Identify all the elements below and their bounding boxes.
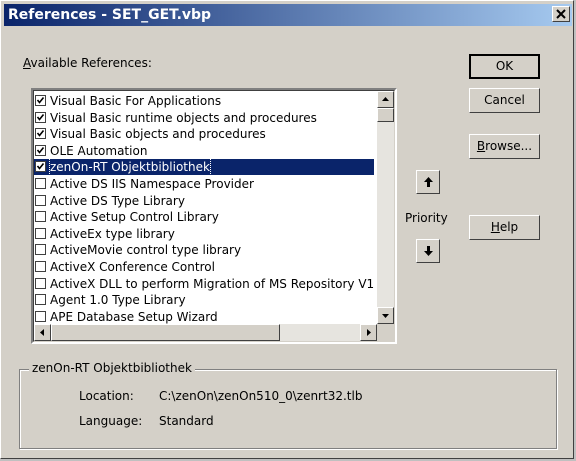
language-label: Language: — [79, 414, 143, 428]
reference-details-group — [19, 369, 557, 449]
reference-label: ActiveX DLL to perform Migration of MS R… — [50, 276, 374, 291]
cancel-button[interactable]: Cancel — [469, 88, 540, 113]
check-icon — [36, 113, 45, 121]
reference-label: OLE Automation — [50, 143, 148, 158]
scroll-left-button[interactable] — [34, 324, 51, 341]
reference-label: Visual Basic For Applications — [50, 94, 222, 108]
vertical-scrollbar[interactable] — [377, 91, 394, 324]
reference-label: Active Setup Control Library — [50, 210, 219, 225]
reference-checkbox[interactable] — [35, 227, 46, 239]
reference-label: Agent 1.0 Type Library — [50, 293, 186, 308]
list-item[interactable]: Active DS Type Library — [34, 193, 374, 209]
list-item[interactable]: ActiveX Conference Control — [34, 259, 374, 275]
list-item[interactable]: Agent 1.0 Type Library — [34, 292, 374, 308]
title-bar[interactable]: References - SET_GET.vbp — [4, 4, 572, 26]
reference-label: Visual Basic objects and procedures — [50, 127, 266, 142]
list-item[interactable]: APE Database Setup Wizard — [34, 309, 374, 325]
reference-checkbox[interactable] — [35, 294, 46, 306]
references-list[interactable]: Visual Basic For Applications Visual Basi… — [31, 88, 397, 344]
arrow-down-icon — [424, 246, 433, 256]
reference-label: APE Database Setup Wizard — [50, 309, 218, 324]
list-item[interactable]: Active DS IIS Namespace Provider — [34, 176, 374, 192]
reference-label: Active DS Type Library — [50, 193, 185, 208]
reference-checkbox[interactable] — [35, 211, 46, 223]
reference-checkbox[interactable] — [35, 128, 46, 140]
priority-label: Priority — [405, 211, 448, 225]
check-icon — [36, 97, 45, 104]
scroll-up-button[interactable] — [377, 91, 394, 108]
list-item[interactable]: OLE Automation — [34, 143, 374, 159]
scroll-down-icon — [382, 314, 389, 318]
check-icon — [36, 146, 45, 154]
location-label: Location: — [79, 389, 134, 403]
reference-label: ActiveMovie control type library — [50, 243, 242, 258]
reference-checkbox[interactable] — [35, 161, 46, 173]
list-item[interactable]: ActiveMovie control type library — [34, 242, 374, 258]
reference-label: zenOn-RT Objektbibliothek — [49, 159, 211, 176]
reference-checkbox[interactable] — [35, 261, 46, 272]
location-value: C:\zenOn\zenOn510_0\zenrt32.tlb — [159, 389, 363, 403]
browse-button[interactable]: Browse... — [469, 134, 540, 159]
list-item[interactable]: zenOn-RT Objektbibliothek — [34, 159, 374, 176]
reference-checkbox[interactable] — [35, 178, 46, 189]
priority-down-button[interactable] — [416, 239, 440, 263]
horizontal-scrollbar[interactable] — [34, 324, 377, 341]
list-item[interactable]: ActiveEx type library — [34, 226, 374, 242]
references-dialog: References - SET_GET.vbp Available Refer… — [0, 0, 574, 459]
list-item[interactable]: Active Setup Control Library — [34, 209, 374, 225]
scrollbar-corner — [377, 324, 394, 341]
reference-checkbox[interactable] — [35, 277, 46, 289]
close-icon — [556, 9, 566, 19]
scroll-right-button[interactable] — [360, 324, 377, 341]
check-icon — [36, 163, 45, 171]
scroll-down-button[interactable] — [377, 307, 394, 324]
reference-checkbox[interactable] — [35, 95, 46, 106]
scroll-up-icon — [382, 97, 389, 101]
close-button[interactable] — [552, 6, 570, 22]
arrow-up-icon — [424, 177, 433, 187]
priority-up-button[interactable] — [416, 170, 440, 194]
reference-label: ActiveX Conference Control — [50, 260, 215, 274]
reference-checkbox[interactable] — [35, 310, 46, 322]
list-item[interactable]: Visual Basic objects and procedures — [34, 126, 374, 142]
language-value: Standard — [159, 414, 214, 428]
horizontal-scroll-thumb[interactable] — [51, 324, 280, 341]
list-item[interactable]: ActiveX DLL to perform Migration of MS R… — [34, 276, 374, 292]
available-references-label: Available References: — [23, 56, 152, 70]
vertical-scroll-thumb[interactable] — [377, 108, 394, 122]
reference-label: Visual Basic runtime objects and procedu… — [50, 110, 317, 125]
ok-button[interactable]: OK — [469, 54, 540, 79]
reference-label: Active DS IIS Namespace Provider — [50, 177, 254, 191]
reference-checkbox[interactable] — [35, 144, 46, 156]
reference-checkbox[interactable] — [35, 111, 46, 123]
details-group-title: zenOn-RT Objektbibliothek — [29, 361, 195, 375]
list-item[interactable]: Visual Basic runtime objects and procedu… — [34, 110, 374, 126]
scroll-right-icon — [367, 329, 371, 336]
reference-checkbox[interactable] — [35, 194, 46, 206]
list-item[interactable]: Visual Basic For Applications — [34, 93, 374, 109]
check-icon — [36, 130, 45, 137]
reference-checkbox[interactable] — [35, 244, 46, 256]
help-button[interactable]: Help — [469, 215, 540, 240]
window-title: References - SET_GET.vbp — [8, 7, 212, 23]
reference-label: ActiveEx type library — [50, 226, 175, 241]
scroll-left-icon — [40, 329, 44, 336]
